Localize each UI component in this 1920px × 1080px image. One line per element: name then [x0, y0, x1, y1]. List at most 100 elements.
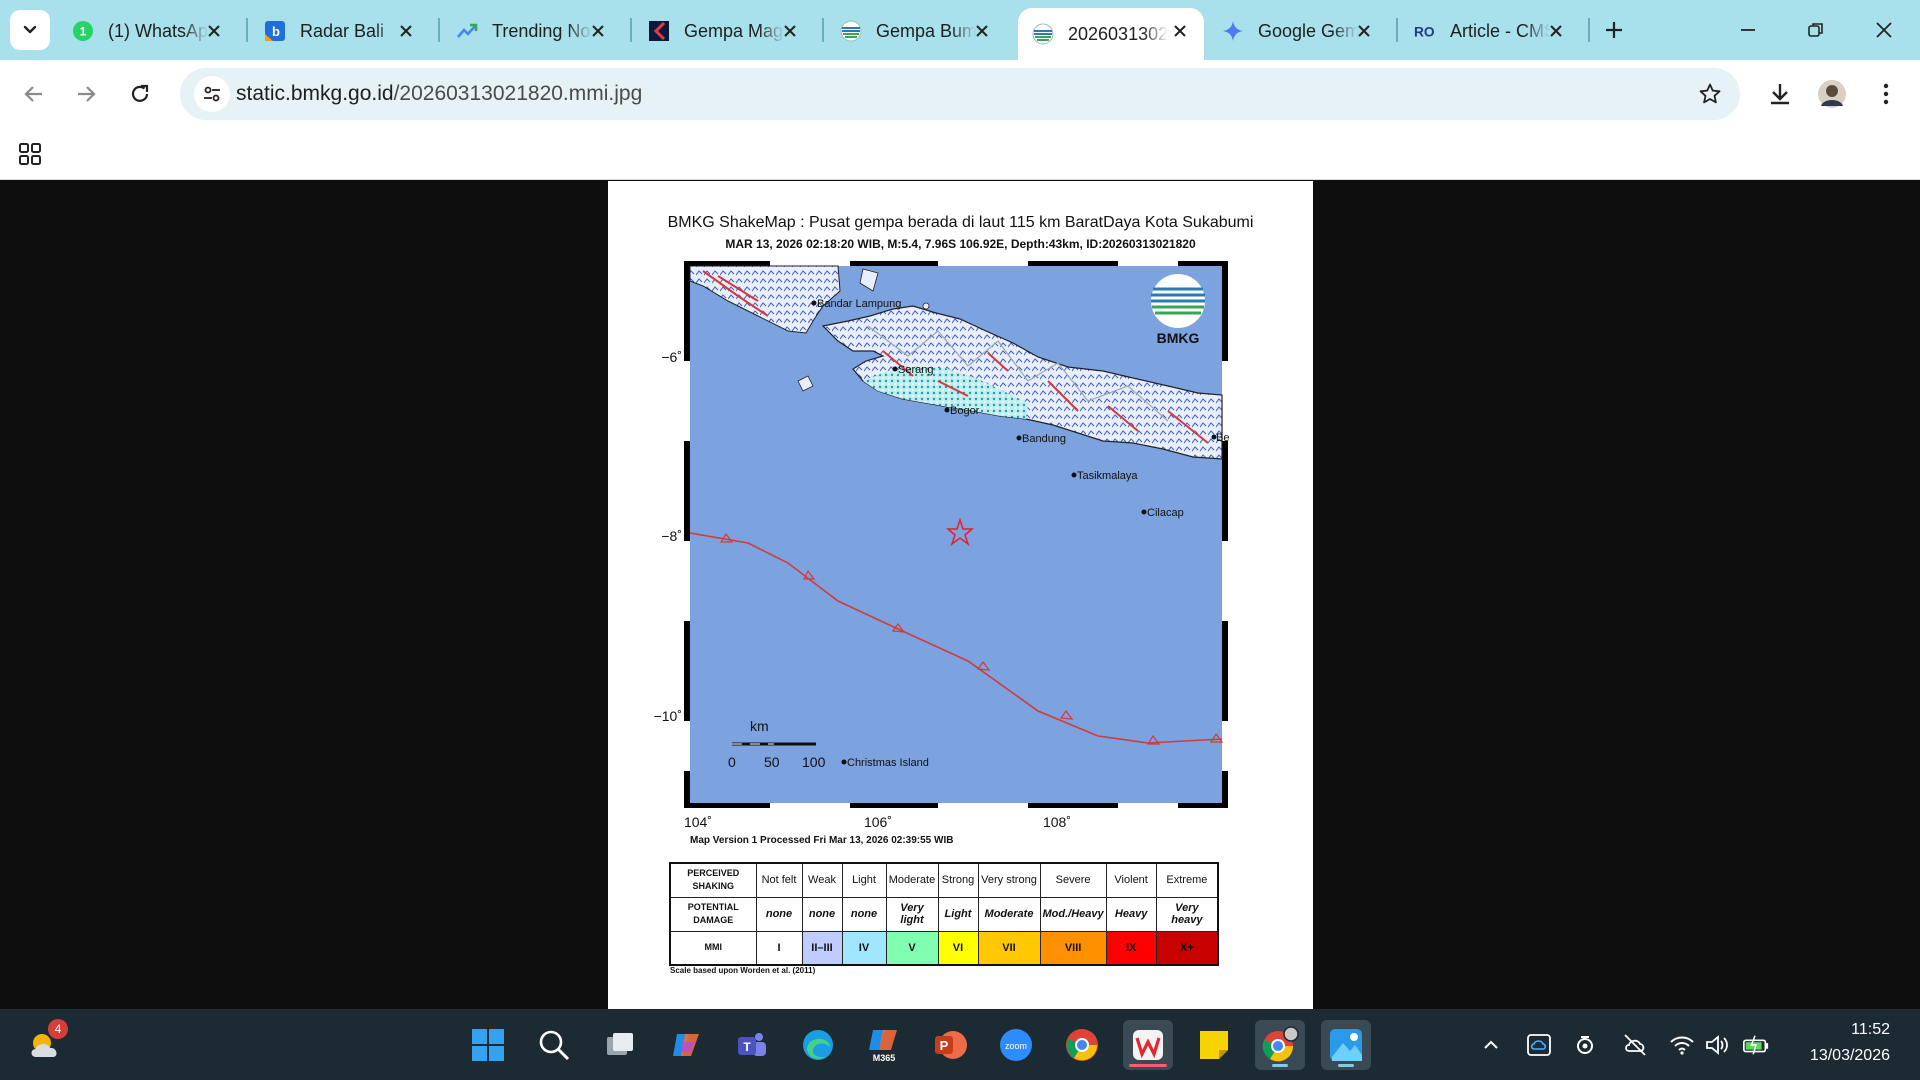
close-icon[interactable] — [396, 21, 416, 41]
tab-radar-bali[interactable]: b Radar Bali — [250, 12, 430, 50]
photos-icon — [1330, 1029, 1362, 1061]
forward-button[interactable] — [66, 74, 106, 114]
legend-cell-damage: Very heavy — [1155, 896, 1220, 932]
close-icon[interactable] — [1354, 21, 1374, 41]
downloads-button[interactable] — [1760, 74, 1800, 114]
profile-button[interactable] — [1812, 74, 1852, 114]
legend-cell-mmi: VIII — [1039, 930, 1107, 966]
chevron-down-icon — [23, 25, 37, 34]
edge-icon — [803, 1030, 833, 1060]
location-icon — [1577, 1036, 1593, 1054]
address-bar[interactable]: static.bmkg.go.id/20260313021820.mmi.jpg — [180, 68, 1740, 120]
close-icon[interactable] — [1546, 21, 1566, 41]
close-icon[interactable] — [972, 21, 992, 41]
legend-cell-damage: Very light — [885, 896, 939, 932]
bmkg-icon — [1032, 23, 1054, 45]
legend-cell-damage: Heavy — [1105, 896, 1157, 932]
apps-grid-icon — [19, 143, 41, 165]
tab-gemini[interactable]: Google Gemini — [1208, 12, 1388, 50]
task-view-icon — [607, 1033, 633, 1055]
sync-off-button[interactable] — [1621, 1031, 1649, 1059]
teams-button[interactable]: T — [727, 1020, 777, 1070]
legend-cell-shaking: Strong — [937, 862, 979, 898]
search-button[interactable] — [529, 1020, 579, 1070]
chrome-profile-button[interactable] — [1255, 1020, 1305, 1070]
browser-toolbar: static.bmkg.go.id/20260313021820.mmi.jpg — [0, 60, 1920, 128]
volume-button[interactable] — [1703, 1031, 1731, 1059]
tab-whatsapp[interactable]: 1 (1) WhatsApp — [58, 12, 238, 50]
legend-cell-mmi: V — [885, 930, 939, 966]
svg-text:106˚: 106˚ — [864, 814, 892, 830]
legend-cell-shaking: Very strong — [977, 862, 1041, 898]
minimize-button[interactable] — [1732, 14, 1764, 46]
zoom-button[interactable]: zoom — [991, 1020, 1041, 1070]
shakemap-image[interactable]: BMKG ShakeMap : Pusat gempa berada di la… — [608, 181, 1313, 1009]
legend-cell-shaking: Extreme — [1155, 862, 1220, 898]
legend-cell-shaking: Moderate — [885, 862, 939, 898]
svg-text:RO: RO — [1414, 25, 1435, 40]
reload-button[interactable] — [120, 74, 160, 114]
whatsapp-icon: 1 — [72, 20, 94, 42]
running-indicator — [1338, 1064, 1354, 1067]
svg-text:108˚: 108˚ — [1043, 814, 1071, 830]
clock-date[interactable]: 13/03/2026 — [1810, 1047, 1890, 1065]
tab-title: Trending Now — [492, 20, 592, 41]
svg-text:Tasikmalaya: Tasikmalaya — [1077, 470, 1138, 482]
svg-text:km: km — [750, 718, 769, 734]
chrome-profile-icon — [1262, 1026, 1299, 1062]
svg-text:zoom: zoom — [1005, 1041, 1027, 1051]
reload-icon — [131, 84, 149, 102]
svg-text:T: T — [743, 1040, 751, 1054]
svg-text:−6˚: −6˚ — [661, 349, 682, 365]
wps-button[interactable] — [1123, 1020, 1173, 1070]
close-icon[interactable] — [1170, 21, 1190, 41]
mmi-legend-table: PERCEIVED SHAKING Not felt Weak Light Modera… — [669, 862, 1220, 966]
tab-gempa-magnitudo[interactable]: Gempa Magnitudo — [634, 12, 814, 50]
tab-search-button[interactable] — [10, 10, 50, 50]
wifi-icon — [1670, 1036, 1694, 1055]
edge-button[interactable] — [793, 1020, 843, 1070]
latitude-ticks: −6˚ −8˚ −10˚ — [654, 349, 682, 724]
wifi-button[interactable] — [1668, 1031, 1696, 1059]
sticky-notes-button[interactable] — [1189, 1020, 1239, 1070]
tab-separator — [1396, 18, 1398, 42]
tab-gempa-bumi[interactable]: Gempa Bumi — [826, 12, 1006, 50]
new-tab-button[interactable] — [1600, 16, 1628, 44]
close-icon[interactable] — [780, 21, 800, 41]
legend-cell-damage: Moderate — [977, 896, 1041, 932]
close-window-button[interactable] — [1868, 14, 1900, 46]
photos-button[interactable] — [1321, 1020, 1371, 1070]
cloud-icon — [1527, 1034, 1551, 1056]
m365-button[interactable]: M365 — [859, 1020, 909, 1070]
battery-button[interactable] — [1742, 1031, 1770, 1059]
tab-title: Google Gemini — [1258, 20, 1358, 41]
task-view-button[interactable] — [595, 1020, 645, 1070]
svg-text:Bandung: Bandung — [1022, 433, 1066, 445]
location-button[interactable] — [1571, 1031, 1599, 1059]
show-hidden-icons-button[interactable] — [1477, 1031, 1505, 1059]
apps-button[interactable] — [16, 140, 44, 168]
start-button[interactable] — [463, 1020, 513, 1070]
legend-row-header: MMI — [669, 930, 757, 966]
gempa-site-icon — [648, 20, 670, 42]
bookmark-button[interactable] — [1696, 80, 1724, 108]
cloud-sync-button[interactable] — [1525, 1031, 1553, 1059]
chrome-button[interactable] — [1057, 1020, 1107, 1070]
url-text[interactable]: static.bmkg.go.id/20260313021820.mmi.jpg — [236, 82, 642, 106]
menu-button[interactable] — [1866, 74, 1906, 114]
tab-article[interactable]: RO Article - CMS — [1400, 12, 1580, 50]
svg-text:−8˚: −8˚ — [661, 528, 682, 544]
restore-button[interactable] — [1800, 14, 1832, 46]
back-button[interactable] — [14, 74, 54, 114]
close-icon[interactable] — [588, 21, 608, 41]
powerpoint-button[interactable]: P — [925, 1020, 975, 1070]
tab-shakemap-image[interactable]: 20260313021820 — [1018, 8, 1204, 60]
site-info-button[interactable] — [194, 76, 230, 112]
copilot-button[interactable] — [661, 1020, 711, 1070]
clock-time[interactable]: 11:52 — [1851, 1021, 1890, 1039]
url-path: /20260313021820.mmi.jpg — [393, 82, 643, 105]
legend-cell-shaking: Violent — [1105, 862, 1157, 898]
close-icon[interactable] — [204, 21, 224, 41]
tab-trending[interactable]: Trending Now — [442, 12, 622, 50]
running-indicator — [1272, 1064, 1288, 1067]
